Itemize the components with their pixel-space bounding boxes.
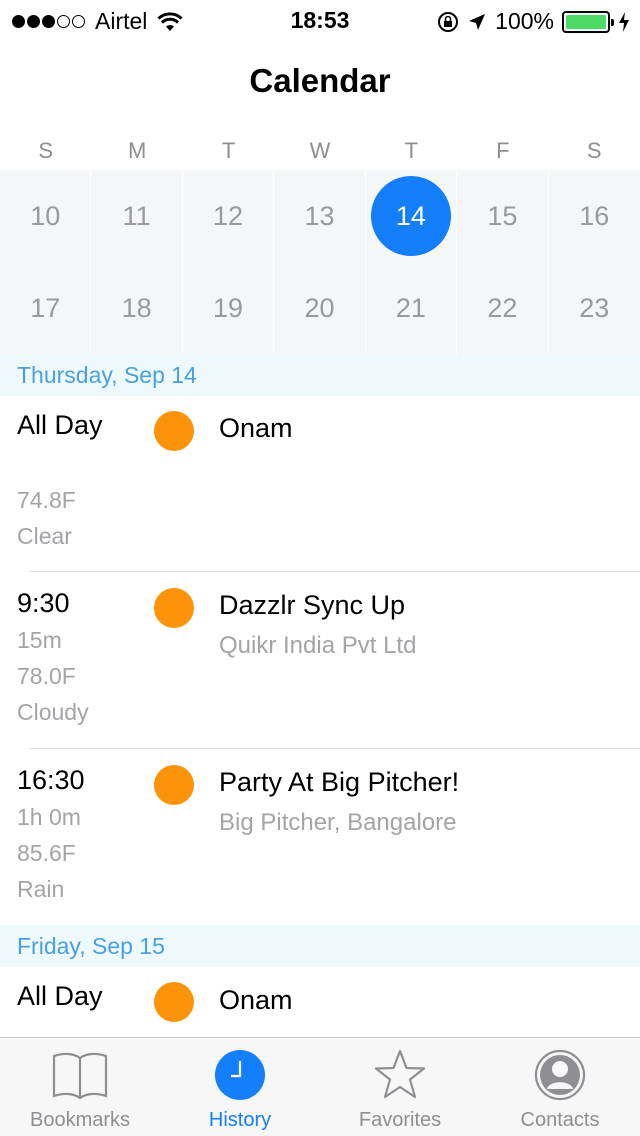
event-row[interactable]: All Day Onam	[0, 967, 640, 1037]
event-title: Onam	[219, 985, 293, 1015]
event-title: Dazzlr Sync Up	[219, 590, 406, 620]
event-weather: Clear	[17, 523, 72, 549]
event-row[interactable]: 16:30 1h 0m 85.6F Rain Party At Big Pitc…	[0, 749, 640, 925]
calendar-day[interactable]: 19	[183, 262, 275, 354]
battery-icon	[562, 10, 614, 33]
event-location: Big Pitcher, Bangalore	[219, 809, 457, 836]
book-icon	[52, 1052, 108, 1100]
calendar-day[interactable]: 15	[457, 170, 549, 262]
tab-favorites[interactable]: Favorites	[320, 1038, 480, 1136]
tab-label: History	[208, 1109, 272, 1131]
calendar-day[interactable]: 18	[91, 262, 183, 354]
battery-percent: 100%	[495, 8, 554, 34]
calendar-day[interactable]: 13	[274, 170, 366, 262]
person-icon	[534, 1049, 586, 1101]
tab-label: Contacts	[520, 1109, 600, 1131]
day-number: 11	[122, 200, 151, 231]
tab-bar: Bookmarks History Favorites Contacts	[0, 1037, 640, 1136]
event-location: Quikr India Pvt Ltd	[219, 632, 417, 659]
day-number: 19	[213, 292, 244, 323]
day-number: 13	[304, 200, 335, 231]
day-number: 15	[487, 200, 518, 231]
tab-label: Favorites	[358, 1109, 442, 1131]
star-icon	[374, 1049, 426, 1099]
location-arrow-icon	[469, 13, 486, 30]
event-row[interactable]: All Day 74.8F Clear Onam	[0, 396, 640, 572]
calendar-day[interactable]: 16	[549, 170, 640, 262]
day-number: 14	[370, 176, 451, 256]
day-number: 10	[30, 200, 61, 231]
day-number: 17	[30, 292, 61, 323]
event-weather: Cloudy	[17, 699, 89, 725]
event-duration: 1h 0m	[17, 804, 81, 830]
event-temperature: 85.6F	[17, 840, 76, 866]
event-weather: Rain	[17, 876, 65, 902]
event-time: All Day	[17, 981, 103, 1011]
calendar-day[interactable]: 10	[0, 170, 92, 262]
event-color-dot	[154, 588, 194, 628]
day-number: 21	[395, 292, 426, 323]
tab-label: Bookmarks	[29, 1109, 131, 1131]
day-number: 16	[579, 200, 610, 231]
calendar-day-selected[interactable]: 14	[366, 170, 458, 262]
tab-bookmarks[interactable]: Bookmarks	[0, 1038, 160, 1136]
event-color-dot	[154, 411, 194, 451]
page-title: Calendar	[249, 62, 391, 99]
calendar-grid: 10 11 12 13 14 15 16 17 18 19 20 21 22 2…	[0, 170, 640, 354]
calendar-day[interactable]: 12	[183, 170, 275, 262]
event-color-dot	[154, 765, 194, 805]
rotation-lock-icon	[438, 11, 459, 32]
weekday-header: S M T W T F S	[0, 138, 640, 170]
weekday-label: T	[404, 138, 419, 163]
section-header-thursday: Thursday, Sep 14	[0, 354, 640, 396]
weekday-label: W	[309, 138, 331, 163]
event-duration: 15m	[17, 627, 62, 653]
calendar-day[interactable]: 21	[366, 262, 458, 354]
day-number: 12	[213, 200, 244, 231]
event-title: Party At Big Pitcher!	[219, 767, 460, 797]
clock-icon	[215, 1050, 265, 1100]
status-bar: Airtel 18:53 100%	[0, 0, 640, 40]
weekday-label: F	[496, 138, 510, 163]
calendar-day[interactable]: 23	[549, 262, 640, 354]
day-number: 20	[304, 292, 335, 323]
status-right: 100%	[437, 8, 630, 35]
day-number: 23	[579, 292, 610, 323]
weekday-label: S	[586, 138, 602, 163]
day-number: 18	[121, 292, 152, 323]
calendar-day[interactable]: 11	[91, 170, 183, 262]
calendar-day[interactable]: 20	[274, 262, 366, 354]
calendar-day[interactable]: 22	[457, 262, 549, 354]
event-time: 16:30	[17, 765, 85, 795]
charging-bolt-icon	[619, 11, 629, 32]
weekday-label: T	[221, 138, 236, 163]
event-time: 9:30	[17, 588, 70, 618]
calendar-day[interactable]: 17	[0, 262, 92, 354]
weekday-label: M	[127, 138, 147, 163]
event-temperature: 78.0F	[17, 663, 76, 689]
tab-contacts[interactable]: Contacts	[480, 1038, 640, 1136]
day-number: 22	[487, 292, 518, 323]
event-temperature: 74.8F	[17, 487, 76, 513]
event-title: Onam	[219, 413, 293, 443]
event-color-dot	[154, 982, 194, 1022]
weekday-label: S	[38, 138, 54, 163]
event-time: All Day	[17, 410, 103, 440]
tab-history[interactable]: History	[160, 1038, 320, 1136]
section-header-friday: Friday, Sep 15	[0, 925, 640, 967]
event-row[interactable]: 9:30 15m 78.0F Cloudy Dazzlr Sync Up Qui…	[0, 572, 640, 748]
